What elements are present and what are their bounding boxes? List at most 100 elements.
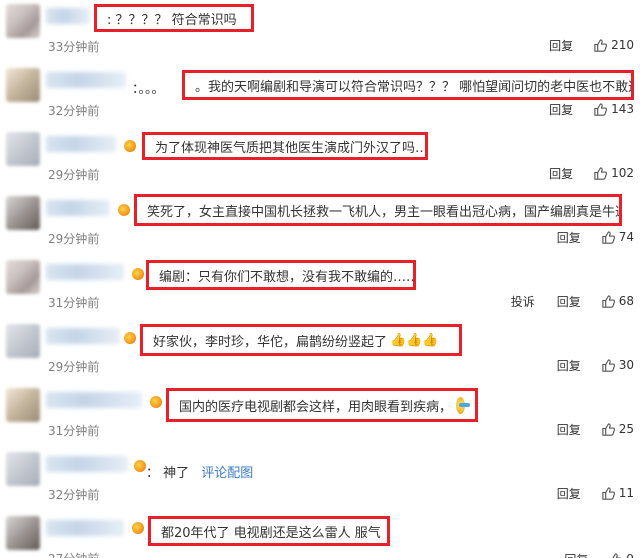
thumbs-up-icon bbox=[608, 552, 623, 558]
avatar[interactable] bbox=[6, 260, 40, 294]
comment-text-content: 笑死了，女主直接中国机长拯救一飞机人，男主一眼看出冠心病，国产编剧真是牛逼 bbox=[147, 204, 622, 220]
avatar[interactable] bbox=[6, 324, 40, 358]
comment-text-content: 。我的天啊编剧和导演可以符合常识吗？？？ 哪怕望闻问切的老中医也不敢这样 bbox=[195, 79, 634, 95]
avatar[interactable] bbox=[6, 132, 40, 166]
comment-text-content: 好家伙，李时珍，华佗，扁鹊纷纷竖起了 bbox=[153, 334, 388, 350]
reply-button[interactable]: 回复 bbox=[549, 165, 573, 182]
comment-item: 笑死了，女主直接中国机长拯救一飞机人，男主一眼看出冠心病，国产编剧真是牛逼 29… bbox=[0, 192, 640, 256]
comment-text-content: 为了体现神医气质把其他医生演成门外汉了吗….. bbox=[155, 140, 428, 156]
comment-text: 编剧：只有你们不敢想，没有我不敢编的…… bbox=[146, 260, 416, 290]
reply-button[interactable]: 回复 bbox=[549, 37, 573, 54]
like-button[interactable]: 102 bbox=[593, 166, 634, 181]
thumbs-up-icon bbox=[593, 166, 608, 181]
like-button[interactable]: 30 bbox=[601, 358, 634, 373]
avatar[interactable] bbox=[6, 196, 40, 230]
report-button[interactable]: 投诉 bbox=[511, 293, 535, 310]
comment-text-content: 国内的医疗电视剧都会这样，用肉眼看到疾病， bbox=[179, 399, 453, 415]
like-count: 102 bbox=[611, 166, 634, 180]
reply-button[interactable]: 回复 bbox=[557, 421, 581, 438]
username[interactable] bbox=[46, 72, 126, 88]
comment-prefix: ：。。。 bbox=[132, 82, 165, 97]
like-count: 210 bbox=[611, 38, 634, 52]
like-button[interactable]: 68 bbox=[601, 294, 634, 309]
thumbs-up-emoji: 👍👍👍 bbox=[390, 332, 439, 348]
like-count: 11 bbox=[618, 486, 634, 500]
comment-time: 27分钟前 bbox=[48, 550, 99, 558]
comment-time: 33分钟前 bbox=[48, 40, 100, 54]
comment-item: 为了体现神医气质把其他医生演成门外汉了吗….. 29分钟前 回复 102 bbox=[0, 128, 640, 192]
thumbs-up-icon bbox=[601, 230, 616, 245]
reply-button[interactable]: 回复 bbox=[557, 357, 581, 374]
comment-time: 29分钟前 bbox=[48, 168, 100, 182]
like-button[interactable]: 210 bbox=[593, 38, 634, 53]
username[interactable] bbox=[46, 264, 124, 280]
avatar[interactable] bbox=[6, 4, 40, 38]
comment-actions: 回复 30 bbox=[535, 356, 634, 374]
like-count: 25 bbox=[618, 422, 634, 436]
avatar[interactable] bbox=[6, 452, 40, 486]
comment-text: 笑死了，女主直接中国机长拯救一飞机人，男主一眼看出冠心病，国产编剧真是牛逼 bbox=[134, 194, 622, 226]
laughing-tears-emoji bbox=[456, 396, 470, 414]
comment-actions: 回复 210 bbox=[527, 36, 634, 54]
comment-text: 都20年代了 电视剧还是这么雷人 服气 bbox=[148, 516, 390, 546]
username[interactable] bbox=[46, 456, 128, 472]
comment-actions: 回复 102 bbox=[527, 164, 634, 182]
reply-button[interactable]: 回复 bbox=[564, 551, 588, 558]
like-button[interactable]: 25 bbox=[601, 422, 634, 437]
vip-badge-icon bbox=[124, 140, 136, 152]
like-button[interactable]: 9 bbox=[608, 552, 634, 558]
comment-text-content: 编剧：只有你们不敢想，没有我不敢编的…… bbox=[159, 269, 416, 285]
like-button[interactable]: 11 bbox=[601, 486, 634, 501]
comment-time: 31分钟前 bbox=[48, 296, 100, 310]
like-count: 143 bbox=[611, 102, 634, 116]
comment-item: 好家伙，李时珍，华佗，扁鹊纷纷竖起了 👍👍👍 29分钟前 回复 30 bbox=[0, 320, 640, 384]
username[interactable] bbox=[46, 8, 90, 24]
reply-button[interactable]: 回复 bbox=[557, 293, 581, 310]
vip-badge-icon bbox=[124, 332, 136, 344]
username[interactable] bbox=[46, 328, 120, 344]
comment-actions: 回复 11 bbox=[535, 484, 634, 502]
comment-text-content: ： 神了 bbox=[146, 466, 190, 481]
like-button[interactable]: 74 bbox=[601, 230, 634, 245]
like-count: 9 bbox=[626, 552, 634, 558]
comment-text: 好家伙，李时珍，华佗，扁鹊纷纷竖起了 👍👍👍 bbox=[140, 324, 462, 356]
like-count: 74 bbox=[618, 230, 634, 244]
comment-item: ： 神了 评论配图 32分钟前 回复 11 bbox=[0, 448, 640, 512]
comment-image-link[interactable]: 评论配图 bbox=[201, 466, 253, 481]
comment-actions: 回复 25 bbox=[535, 420, 634, 438]
comment-time: 29分钟前 bbox=[48, 360, 100, 374]
vip-badge-icon bbox=[118, 204, 130, 216]
comment-item: 编剧：只有你们不敢想，没有我不敢编的…… 31分钟前 投诉 回复 68 bbox=[0, 256, 640, 320]
vip-badge-icon bbox=[132, 522, 144, 534]
username[interactable] bbox=[46, 520, 124, 536]
avatar[interactable] bbox=[6, 68, 40, 102]
comment-text: 国内的医疗电视剧都会这样，用肉眼看到疾病， bbox=[166, 388, 478, 422]
username[interactable] bbox=[46, 136, 116, 152]
comment-item: 都20年代了 电视剧还是这么雷人 服气 27分钟前 回复 9 bbox=[0, 512, 640, 558]
vip-badge-icon bbox=[150, 396, 162, 408]
vip-badge-icon bbox=[134, 460, 146, 472]
like-count: 68 bbox=[618, 294, 634, 308]
avatar[interactable] bbox=[6, 388, 40, 422]
comment-item: 国内的医疗电视剧都会这样，用肉眼看到疾病， 31分钟前 回复 25 bbox=[0, 384, 640, 448]
comment-time: 32分钟前 bbox=[48, 104, 100, 118]
comment-text: 。我的天啊编剧和导演可以符合常识吗？？？ 哪怕望闻问切的老中医也不敢这样 bbox=[182, 70, 634, 100]
thumbs-up-icon bbox=[601, 422, 616, 437]
reply-button[interactable]: 回复 bbox=[549, 101, 573, 118]
comment-actions: 回复 9 bbox=[542, 550, 634, 558]
comment-actions: 回复 143 bbox=[527, 100, 634, 118]
like-button[interactable]: 143 bbox=[593, 102, 634, 117]
comment-text: 为了体现神医气质把其他医生演成门外汉了吗….. bbox=[142, 132, 428, 160]
username[interactable] bbox=[46, 200, 110, 216]
vip-badge-icon bbox=[132, 268, 144, 280]
reply-button[interactable]: 回复 bbox=[557, 229, 581, 246]
thumbs-up-icon bbox=[593, 38, 608, 53]
comment-time: 32分钟前 bbox=[48, 488, 100, 502]
avatar[interactable] bbox=[6, 516, 40, 550]
thumbs-up-icon bbox=[601, 486, 616, 501]
comment-text: ： 神了 评论配图 bbox=[146, 462, 253, 481]
comment-actions: 投诉 回复 68 bbox=[489, 292, 634, 310]
reply-button[interactable]: 回复 bbox=[557, 485, 581, 502]
comment-time: 29分钟前 bbox=[48, 232, 100, 246]
username[interactable] bbox=[46, 392, 142, 408]
